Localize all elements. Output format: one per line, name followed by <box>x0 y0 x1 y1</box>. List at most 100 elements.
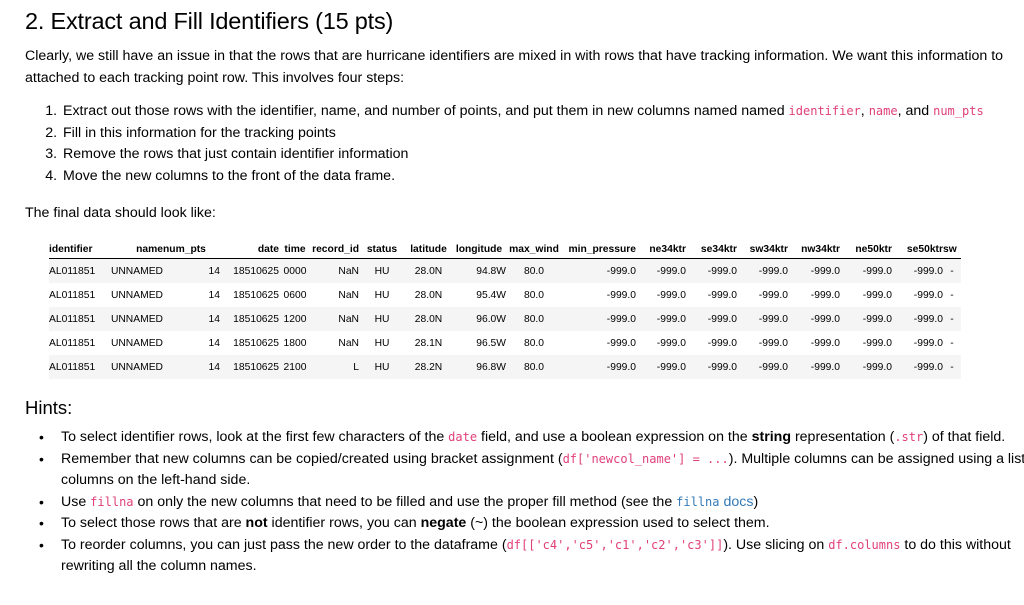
final-data-label: The final data should look like: <box>25 205 216 221</box>
inline-code: df[['c4','c5','c1','c2','c3']] <box>506 537 724 552</box>
table-cell: -999.0 <box>707 337 737 349</box>
table-cell: 18510625 <box>220 307 279 331</box>
column-header: num_pts <box>163 240 220 259</box>
table-cell: -999.0 <box>562 258 636 283</box>
table-cell: -999.0 <box>892 258 943 283</box>
table-cell: 14 <box>163 258 220 283</box>
column-header: se34ktr <box>686 240 737 259</box>
inline-code: identifier <box>788 104 861 118</box>
table-cell: -999.0 <box>788 355 840 379</box>
inline-code: df['newcol_name'] = ... <box>562 451 729 466</box>
column-header: status <box>359 240 405 259</box>
table-cell: -999.0 <box>606 289 636 301</box>
hint-text: on only the new columns that need to be … <box>133 493 677 510</box>
bold-text: negate <box>420 515 467 531</box>
table-cell: 80.0 <box>506 258 562 283</box>
column-header: se50ktr <box>892 240 943 259</box>
hint-text: (~) the boolean expression used to selec… <box>466 515 770 531</box>
column-header: latitude <box>405 240 452 259</box>
inline-code: date <box>448 430 478 444</box>
hint-text: representation ( <box>791 429 895 445</box>
column-header: record_id <box>311 240 359 259</box>
table-cell: 28.2N <box>405 355 452 379</box>
bullet-icon: • <box>39 450 44 467</box>
table-cell: -999.0 <box>636 307 686 331</box>
table-cell: -999.0 <box>656 337 686 349</box>
table-cell: 28.1N <box>414 337 443 349</box>
table-cell: AL011851 <box>49 355 108 379</box>
table-cell: 80.0 <box>523 337 545 349</box>
table-cell: -999.0 <box>758 289 788 301</box>
table-cell: 18510625 <box>233 337 279 349</box>
step-text: , <box>860 103 869 119</box>
hints-list: • To select identifier rows, look at the … <box>23 427 1024 578</box>
link-code[interactable]: fillna <box>676 495 719 509</box>
inline-code: name <box>868 104 898 118</box>
table-cell: -999.0 <box>737 307 788 331</box>
table-cell: NaN <box>338 289 359 301</box>
inline-code: num_pts <box>933 104 984 118</box>
table-cell: -999.0 <box>913 337 943 349</box>
table-cell: NaN <box>311 258 359 283</box>
table-cell: -999.0 <box>840 258 892 283</box>
table-cell: 28.0N <box>414 289 443 301</box>
table-cell: -999.0 <box>636 258 686 283</box>
bullet-icon: • <box>39 493 44 510</box>
table-cell: 28.0N <box>405 307 452 331</box>
table-cell: NaN <box>338 337 359 349</box>
table-cell: 14 <box>208 289 220 301</box>
hint-text: ). Use slicing on <box>723 536 829 553</box>
table-body: AL011851 UNNAMED 14 18510625 0000 NaN HU 28.0N 9… <box>49 258 961 379</box>
step-item: Remove the rows that just contain identi… <box>61 144 984 166</box>
table-cell: L <box>311 355 359 379</box>
inline-code: df.columns <box>828 537 901 552</box>
hint-text: ) of that field. <box>923 429 1006 445</box>
bullet-icon: • <box>39 536 44 553</box>
hint-text: Use <box>61 493 91 510</box>
bold-text: not <box>245 515 268 531</box>
hint-item: • To select those rows that are not ident… <box>39 513 1024 535</box>
table-header-row: identifier name num_pts date time record_id st… <box>49 240 961 259</box>
table-cell: -999.0 <box>562 307 636 331</box>
hint-text: ) <box>753 493 759 510</box>
table-cell: -999.0 <box>686 355 737 379</box>
bullet-icon: • <box>39 429 44 445</box>
table-cell: 96.8W <box>452 355 506 379</box>
table-cell: 1800 <box>283 337 307 349</box>
hints-heading: Hints: <box>25 397 73 418</box>
table-cell: 95.4W <box>476 289 506 301</box>
table-cell: 14 <box>163 355 220 379</box>
table-cell: -999.0 <box>862 337 892 349</box>
table-cell: 80.0 <box>506 307 562 331</box>
step-text: Extract out those rows with the identifi… <box>63 103 789 119</box>
table-cell: -999.0 <box>737 355 788 379</box>
table-cell: -999.0 <box>636 355 686 379</box>
table-cell: -999.0 <box>913 289 943 301</box>
table-cell: 14 <box>163 307 220 331</box>
table-cell: 0000 <box>279 258 311 283</box>
step-item: Move the new columns to the front of the… <box>61 166 984 188</box>
column-header: identifier <box>49 240 108 259</box>
table-cell: UNNAMED <box>108 258 163 283</box>
table-cell: -999.0 <box>686 258 737 283</box>
table-cell: 80.0 <box>506 355 562 379</box>
column-header: longitude <box>452 240 506 259</box>
step-text: , and <box>897 103 934 119</box>
table-cell: -999.0 <box>810 289 840 301</box>
column-header: ne50ktr <box>840 240 892 259</box>
table-cell: UNNAMED <box>108 307 163 331</box>
fillna-docs-link[interactable]: fillna docs <box>676 494 753 510</box>
steps-list: Extract out those rows with the identifi… <box>22 101 984 187</box>
table-cell: UNNAMED <box>110 337 163 349</box>
table-cell: 1200 <box>279 307 311 331</box>
hint-item: • Remember that new columns can be copied… <box>39 449 1024 492</box>
bullet-icon: • <box>39 515 44 531</box>
step-item: Fill in this information for the trackin… <box>61 123 984 145</box>
table-row: AL011851 UNNAMED 14 18510625 0600 NaN HU 28.0N 9… <box>49 283 961 307</box>
table-cell: -999.0 <box>840 307 892 331</box>
table-cell: UNNAMED <box>108 355 163 379</box>
inline-code: fillna <box>90 494 134 509</box>
table-cell: -999.0 <box>788 307 840 331</box>
table-cell: -999.0 <box>686 307 737 331</box>
link-text[interactable]: docs <box>720 494 753 510</box>
